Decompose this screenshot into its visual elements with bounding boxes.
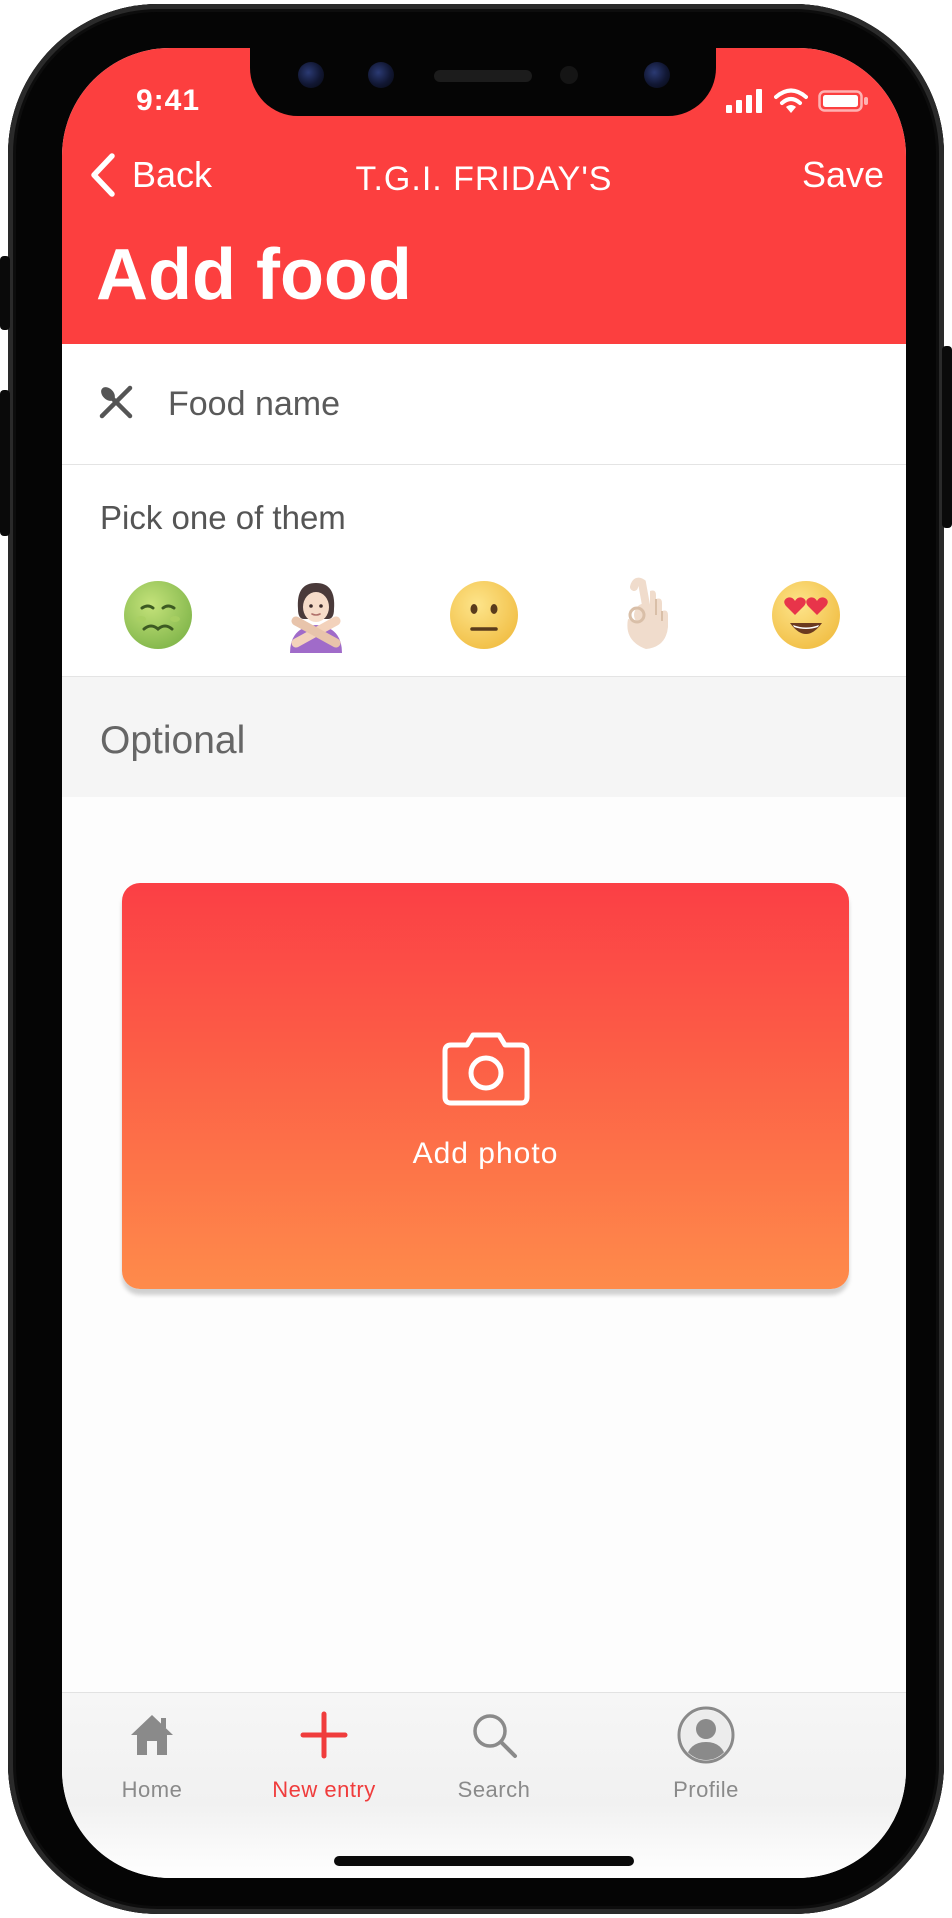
notch [250,48,716,116]
mute-switch [0,256,10,330]
tab-profile-label: Profile [673,1777,739,1802]
emoji-option-no-gesture[interactable] [276,575,356,655]
optional-label: Optional [100,719,246,762]
pick-label: Pick one of them [100,499,346,536]
app-screen: 9:41 Back T.G.I. FRIDAY'S Save Add food … [62,48,906,1878]
neutral-face-icon [450,581,518,649]
battery-icon [818,90,868,112]
nauseated-face-icon [124,581,192,649]
tab-profile[interactable]: Profile [616,1693,796,1813]
status-time: 9:41 [136,84,201,117]
home-indicator [334,1856,634,1866]
sensor-dot [560,66,578,84]
home-icon [131,1715,173,1755]
reaction-picker: Pick one of them [62,465,906,677]
signal-icon [726,89,762,113]
camera-lens-icon [368,62,394,88]
nav-header: 9:41 Back T.G.I. FRIDAY'S Save Add food [62,48,906,344]
volume-button [0,390,10,536]
food-name-input[interactable] [168,374,868,434]
camera-icon [442,1032,530,1106]
save-button[interactable]: Save [802,154,884,196]
tab-bar: Home New entry Search Profile [62,1692,906,1878]
status-icons [726,88,870,114]
emoji-option-neutral[interactable] [444,575,524,655]
emoji-option-heart-eyes[interactable] [766,575,846,655]
tab-new-entry[interactable]: New entry [234,1693,414,1813]
tab-search[interactable]: Search [404,1693,584,1813]
camera-lens-icon [298,62,324,88]
emoji-option-nauseated[interactable] [118,575,198,655]
optional-section-header: Optional [62,677,906,797]
add-photo-button[interactable]: Add photo [122,883,849,1289]
phone-frame: 9:41 Back T.G.I. FRIDAY'S Save Add food … [0,4,952,1914]
camera-lens-icon [644,62,670,88]
tab-search-label: Search [457,1777,531,1802]
add-photo-label: Add photo [412,1137,559,1170]
power-button [942,346,952,528]
heart-eyes-face-icon [772,581,840,649]
page-title: Add food [96,235,412,315]
wifi-icon [774,88,808,113]
tab-home[interactable]: Home [62,1693,242,1813]
tab-new-entry-label: New entry [272,1777,376,1802]
plus-icon [300,1711,348,1759]
speaker-grille [434,70,532,82]
profile-icon [677,1706,735,1764]
food-name-row [62,344,906,465]
ok-hand-icon [627,577,668,649]
person-gesturing-no-icon [290,583,342,653]
nav-title: T.G.I. FRIDAY'S [355,160,613,198]
search-icon [473,1714,517,1758]
emoji-option-ok-hand[interactable] [606,575,686,655]
fork-knife-icon [99,385,133,419]
tab-home-label: Home [121,1777,183,1802]
